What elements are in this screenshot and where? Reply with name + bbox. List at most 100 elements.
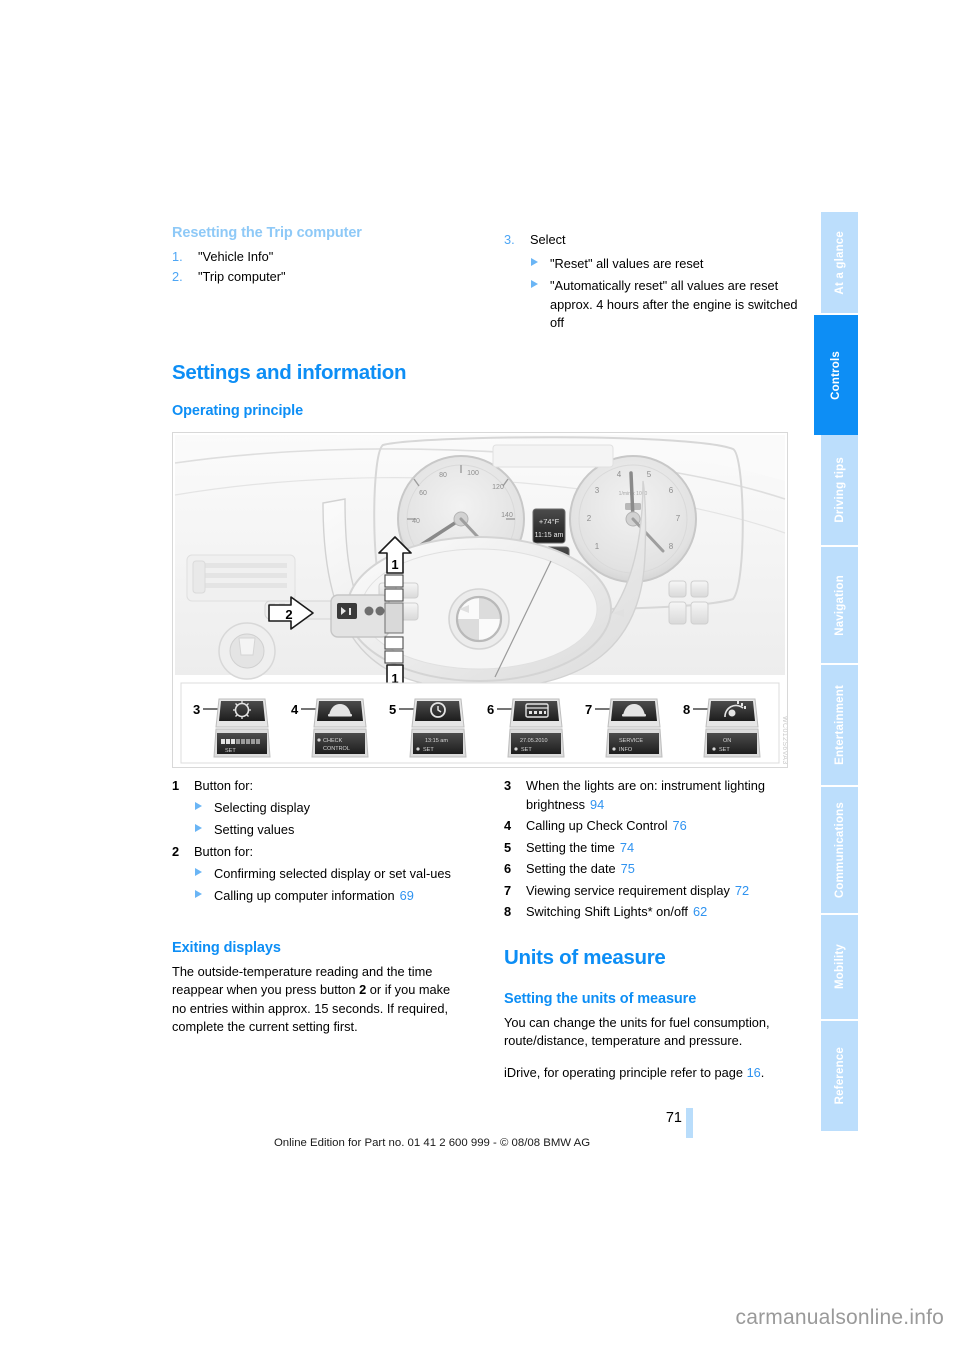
legend-item-6: 6 Setting the date 75 [504, 860, 800, 879]
select-options: "Reset" all values are reset "Automatica… [530, 255, 800, 332]
svg-text:SET: SET [423, 747, 434, 753]
tab-driving-tips[interactable]: Driving tips [821, 435, 858, 547]
svg-text:SET: SET [521, 747, 532, 753]
select-step-section: 3. Select "Reset" all values are reset "… [504, 230, 800, 336]
section-tabs: At a glance Controls Driving tips Naviga… [814, 212, 858, 1137]
legend-item-5: 5 Setting the time 74 [504, 839, 800, 858]
legend-text: When the lights are on: instrument light… [526, 778, 766, 812]
page-reference[interactable]: 62 [693, 904, 707, 919]
manual-page: At a glance Controls Driving tips Naviga… [0, 0, 960, 1358]
legend-left: 1 Button for: Selecting display Setting … [172, 777, 462, 909]
page-reference[interactable]: 16 [747, 1065, 761, 1080]
legend-item-3: 3 When the lights are on: instrument lig… [504, 777, 800, 814]
tab-entertainment[interactable]: Entertainment [821, 665, 858, 787]
sub-text: Setting values [214, 821, 295, 837]
dashboard-illustration-svg: 2040 6080 100120 140160 12 34 56 78 1/mi [173, 433, 787, 767]
legend-item-4: 4 Calling up Check Control 76 [504, 817, 800, 836]
legend-text: Setting the date [526, 861, 616, 877]
units-of-measure-title: Units of measure [504, 946, 666, 969]
legend-right: 3 When the lights are on: instrument lig… [504, 777, 800, 925]
list-item: 2. "Trip computer" [172, 267, 462, 286]
svg-text:SET: SET [225, 748, 236, 754]
tab-label: Entertainment [833, 685, 846, 765]
svg-text:3: 3 [193, 702, 200, 717]
list-item: "Automatically reset" all values are res… [530, 277, 800, 332]
tab-at-a-glance[interactable]: At a glance [821, 212, 858, 315]
legend-text: Button for: [194, 778, 254, 793]
svg-text:CONTROL: CONTROL [323, 746, 350, 752]
svg-text:SET: SET [719, 747, 730, 753]
svg-text:5: 5 [647, 470, 652, 479]
list-item: Confirming selected display or set val-u… [194, 865, 462, 883]
legend-sublist: Confirming selected display or set val-u… [194, 865, 462, 906]
legend-text: Calling up Check Control [526, 818, 668, 834]
tab-label: Reference [833, 1047, 846, 1105]
settings-and-information-heading-block: Settings and information [172, 361, 462, 385]
page-reference[interactable]: 75 [621, 861, 635, 876]
svg-text:40: 40 [412, 518, 420, 525]
tab-label: Communications [833, 801, 846, 899]
svg-text:11:15 am: 11:15 am [535, 532, 564, 539]
svg-text:7: 7 [676, 514, 681, 523]
triangle-bullet-icon [531, 258, 538, 267]
step-text: "Trip computer" [198, 269, 286, 285]
sub-text: Selecting display [214, 799, 311, 815]
page-reference[interactable]: 74 [620, 840, 634, 855]
triangle-bullet-icon [531, 280, 538, 289]
svg-text:4: 4 [291, 702, 299, 717]
svg-text:7: 7 [585, 702, 592, 717]
paragraph-part-b: . [760, 1064, 765, 1080]
legend-number: 7 [504, 882, 512, 898]
svg-text:27.05.2010: 27.05.2010 [520, 738, 548, 744]
tab-mobility[interactable]: Mobility [821, 915, 858, 1021]
step-text: Select [530, 232, 566, 247]
page-reference[interactable]: 94 [590, 797, 604, 812]
svg-text:80: 80 [439, 472, 447, 479]
svg-text:8: 8 [683, 702, 690, 717]
sub-text: Confirming selected display or set val-u… [214, 865, 451, 881]
svg-text:5: 5 [389, 702, 396, 717]
step-number: 3. [504, 232, 515, 247]
svg-text:ON: ON [723, 738, 731, 744]
tab-navigation[interactable]: Navigation [821, 547, 858, 665]
sub-text: Calling up computer information [214, 887, 395, 903]
svg-text:6: 6 [487, 702, 494, 717]
tab-controls[interactable]: Controls [814, 315, 858, 435]
legend-text: Viewing service requirement display [526, 882, 730, 898]
svg-text:2: 2 [587, 514, 592, 523]
list-item: Calling up computer information 69 [194, 887, 462, 905]
illustration-code: WC012S6VA3 [781, 716, 788, 765]
svg-text:+74°F: +74°F [539, 517, 560, 526]
svg-text:CHECK: CHECK [323, 738, 343, 744]
legend-number: 6 [504, 861, 512, 877]
tab-label: Navigation [833, 574, 846, 636]
legend-number: 3 [504, 778, 512, 793]
svg-text:INFO: INFO [619, 747, 633, 753]
step-number: 2. [172, 269, 183, 285]
svg-text:4: 4 [617, 470, 622, 479]
svg-text:100: 100 [467, 470, 479, 477]
svg-text:1: 1 [391, 557, 398, 572]
list-item: 3. Select "Reset" all values are reset "… [504, 230, 800, 332]
legend-number: 1 [172, 778, 180, 793]
watermark: carmanualsonline.info [735, 1306, 944, 1329]
tab-label: Driving tips [833, 457, 846, 523]
legend-number: 8 [504, 904, 512, 920]
legend-number: 5 [504, 839, 512, 855]
tab-reference[interactable]: Reference [821, 1021, 858, 1133]
svg-text:3: 3 [595, 486, 600, 495]
list-item: 1. "Vehicle Info" [172, 247, 462, 266]
svg-text:6: 6 [669, 486, 674, 495]
legend-text: Switching Shift Lights* on/off [526, 904, 688, 920]
legend-list: 3 When the lights are on: instrument lig… [504, 777, 800, 922]
svg-text:60: 60 [419, 490, 427, 497]
exiting-displays-paragraph: The outside-temperature reading and the … [172, 963, 462, 1036]
setting-units-heading: Setting the units of measure [504, 991, 697, 1007]
page-reference[interactable]: 76 [673, 818, 687, 833]
triangle-bullet-icon [195, 801, 202, 810]
footer-edition-line: Online Edition for Part no. 01 41 2 600 … [273, 1137, 591, 1149]
tab-communications[interactable]: Communications [821, 787, 858, 915]
page-reference[interactable]: 72 [735, 883, 749, 898]
page-reference[interactable]: 69 [400, 888, 414, 903]
resetting-steps: 1. "Vehicle Info" 2. "Trip computer" [172, 247, 462, 286]
